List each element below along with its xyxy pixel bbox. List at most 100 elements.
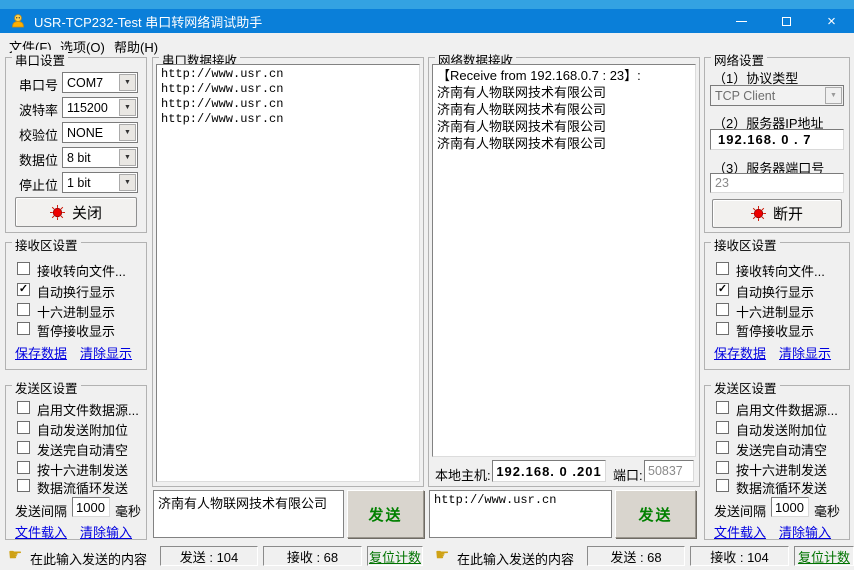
recv-settings-group-left: 接收区设置 接收转向文件... ✓ 自动换行显示 十六进制显示 暂停接收显示 保…: [5, 242, 147, 370]
reset-count-link-right[interactable]: 复位计数: [794, 546, 854, 566]
send-settings-title: 发送区设置: [12, 378, 81, 397]
checkbox-label: 十六进制显示: [736, 302, 814, 321]
chevron-down-icon: ▼: [119, 174, 136, 191]
network-send-input[interactable]: http://www.usr.cn: [429, 490, 612, 538]
checkbox-recv-to-file[interactable]: [17, 262, 30, 275]
maximize-icon: [782, 17, 791, 26]
checkbox-label: 十六进制显示: [37, 302, 115, 321]
checkbox-label: 自动换行显示: [736, 282, 814, 301]
status-send-count-left: 发送 : 104: [160, 546, 258, 566]
network-send-button[interactable]: 发送: [615, 490, 696, 538]
checkbox-label: 按十六进制发送: [37, 460, 128, 479]
network-receive-area[interactable]: 【Receive from 192.168.0.7 : 23】:济南有人物联网技…: [432, 64, 696, 457]
checkbox-auto-append[interactable]: [716, 421, 729, 434]
baud-rate-value: 115200: [63, 101, 119, 115]
checkbox-clear-after-send[interactable]: [17, 441, 30, 454]
stop-bits-value: 1 bit: [63, 176, 119, 190]
checkbox-label: 启用文件数据源...: [736, 400, 838, 419]
status-hint-left: 在此输入发送的内容: [30, 549, 147, 568]
checkbox-hex-display[interactable]: [716, 303, 729, 316]
recv-settings-group-right: 接收区设置 接收转向文件... ✓ 自动换行显示 十六进制显示 暂停接收显示 保…: [704, 242, 850, 370]
server-ip-field: 192.168. 0 . 7: [710, 129, 844, 150]
com-port-select[interactable]: COM7 ▼: [62, 72, 138, 93]
com-port-value: COM7: [63, 76, 119, 90]
network-receive-group: 网络数据接收 【Receive from 192.168.0.7 : 23】:济…: [428, 57, 700, 487]
send-settings-group-left: 发送区设置 启用文件数据源... 自动发送附加位 发送完自动清空 按十六进制发送…: [5, 385, 147, 540]
clear-display-link[interactable]: 清除显示: [779, 343, 831, 362]
server-port-value: 23: [715, 176, 729, 190]
network-settings-title: 网络设置: [711, 50, 767, 69]
status-hint-right: 在此输入发送的内容: [457, 549, 574, 568]
interval-unit: 毫秒: [115, 501, 141, 520]
checkbox-pause-recv[interactable]: [17, 322, 30, 335]
serial-close-label: 关闭: [72, 202, 102, 223]
checkbox-hex-send[interactable]: [716, 461, 729, 474]
baud-rate-label: 波特率: [19, 100, 58, 119]
hand-pointer-icon: ☛: [8, 548, 22, 564]
reset-count-link-left[interactable]: 复位计数: [367, 546, 423, 566]
parity-label: 校验位: [19, 125, 58, 144]
checkbox-loop-send[interactable]: [17, 479, 30, 492]
serial-settings-group: 串口设置 串口号 COM7 ▼ 波特率 115200 ▼ 校验位 NONE ▼ …: [5, 57, 147, 233]
interval-input[interactable]: [72, 497, 110, 517]
checkbox-label: 启用文件数据源...: [37, 400, 139, 419]
parity-select[interactable]: NONE ▼: [62, 122, 138, 143]
checkbox-file-source[interactable]: [17, 401, 30, 414]
clear-input-link[interactable]: 清除输入: [779, 522, 831, 541]
checkbox-hex-send[interactable]: [17, 461, 30, 474]
clear-display-link[interactable]: 清除显示: [80, 343, 132, 362]
checkbox-label: 发送完自动清空: [37, 440, 128, 459]
checkbox-label: 暂停接收显示: [37, 321, 115, 340]
menu-help[interactable]: 帮助(H): [110, 36, 162, 57]
interval-unit: 毫秒: [814, 501, 840, 520]
data-bits-value: 8 bit: [63, 151, 119, 165]
close-button[interactable]: ×: [809, 9, 854, 33]
checkbox-file-source[interactable]: [716, 401, 729, 414]
clear-input-link[interactable]: 清除输入: [80, 522, 132, 541]
red-led-icon: [50, 205, 65, 220]
serial-send-button[interactable]: 发送: [347, 490, 424, 538]
network-settings-group: 网络设置 （1）协议类型 TCP Client ▼ （2）服务器IP地址 192…: [704, 57, 850, 233]
red-led-icon: [751, 206, 766, 221]
stop-bits-select[interactable]: 1 bit ▼: [62, 172, 138, 193]
checkbox-label: 发送完自动清空: [736, 440, 827, 459]
minimize-icon: [736, 21, 747, 22]
serial-close-button[interactable]: 关闭: [15, 197, 137, 227]
checkbox-label: 数据流循环发送: [37, 478, 128, 497]
local-host-ip-field[interactable]: 192.168. 0 .201: [492, 460, 606, 482]
file-load-link[interactable]: 文件载入: [714, 522, 766, 541]
baud-rate-select[interactable]: 115200 ▼: [62, 97, 138, 118]
checkbox-clear-after-send[interactable]: [716, 441, 729, 454]
interval-input[interactable]: [771, 497, 809, 517]
checkbox-auto-append[interactable]: [17, 421, 30, 434]
chevron-down-icon: ▼: [825, 87, 842, 104]
checkbox-label: 自动换行显示: [37, 282, 115, 301]
data-bits-select[interactable]: 8 bit ▼: [62, 147, 138, 168]
minimize-button[interactable]: [719, 9, 764, 33]
app-logo-icon: [10, 13, 26, 29]
checkbox-hex-display[interactable]: [17, 303, 30, 316]
network-disconnect-button[interactable]: 断开: [712, 199, 842, 228]
status-recv-count-left: 接收 : 68: [263, 546, 362, 566]
save-data-link[interactable]: 保存数据: [15, 343, 67, 362]
send-settings-group-right: 发送区设置 启用文件数据源... 自动发送附加位 发送完自动清空 按十六进制发送…: [704, 385, 850, 540]
parity-value: NONE: [63, 126, 119, 140]
serial-receive-area[interactable]: http://www.usr.cnhttp://www.usr.cnhttp:/…: [156, 64, 420, 482]
status-send-count-right: 发送 : 68: [587, 546, 685, 566]
app-window: USR-TCP232-Test 串口转网络调试助手 × 文件(F) 选项(O) …: [0, 0, 854, 570]
checkbox-label: 接收转向文件...: [736, 261, 825, 280]
serial-send-input[interactable]: 济南有人物联网技术有限公司: [153, 490, 344, 538]
checkbox-pause-recv[interactable]: [716, 322, 729, 335]
save-data-link[interactable]: 保存数据: [714, 343, 766, 362]
interval-label: 发送间隔: [714, 501, 766, 520]
checkbox-auto-newline[interactable]: ✓: [17, 283, 30, 296]
file-load-link[interactable]: 文件载入: [15, 522, 67, 541]
window-top-strip: [0, 0, 854, 9]
checkbox-recv-to-file[interactable]: [716, 262, 729, 275]
window-title: USR-TCP232-Test 串口转网络调试助手: [34, 12, 262, 31]
maximize-button[interactable]: [764, 9, 809, 33]
checkbox-auto-newline[interactable]: ✓: [716, 283, 729, 296]
title-bar: USR-TCP232-Test 串口转网络调试助手 ×: [0, 9, 854, 33]
checkbox-loop-send[interactable]: [716, 479, 729, 492]
local-host-ip-value: 192.168. 0 .201: [496, 464, 601, 479]
